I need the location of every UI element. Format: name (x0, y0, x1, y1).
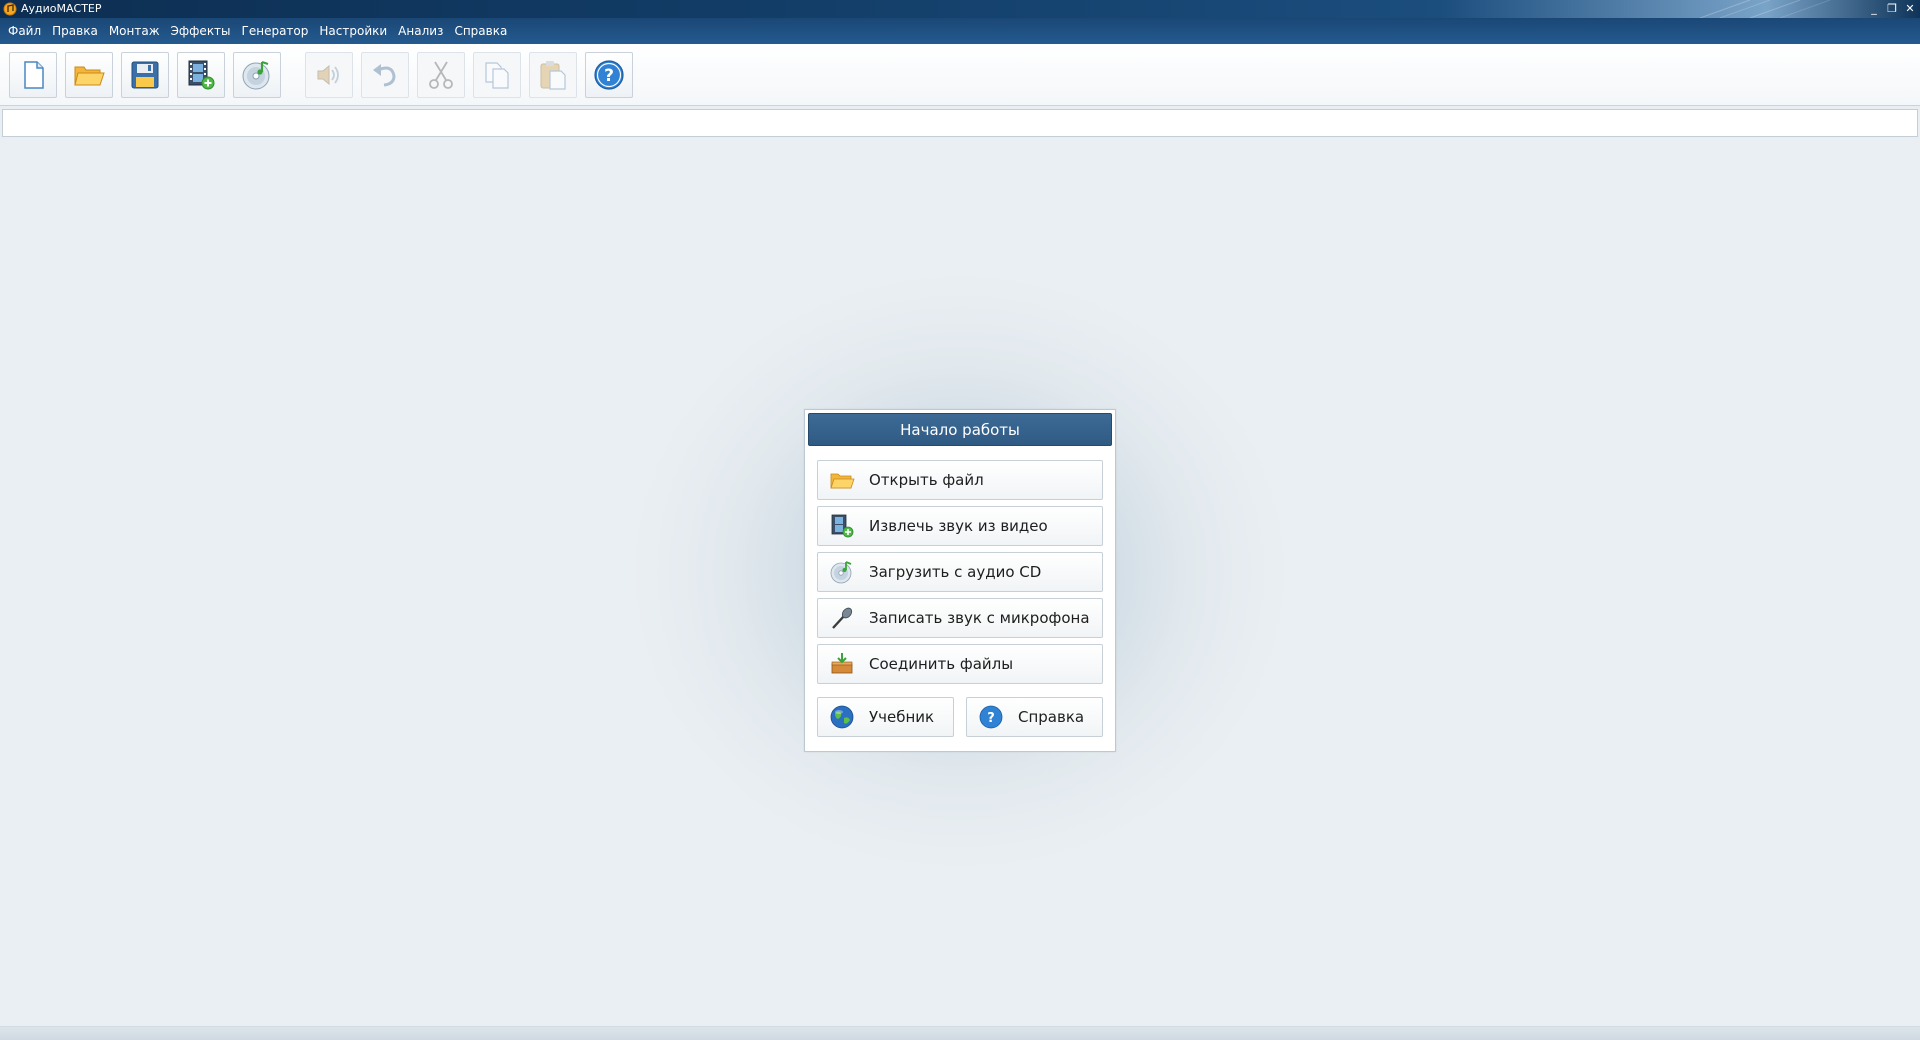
copy-button[interactable] (473, 52, 521, 98)
tutorial-button[interactable]: Учебник (817, 697, 954, 737)
help-icon: ? (978, 704, 1004, 730)
join-files-icon (829, 651, 855, 677)
extract-video-label: Извлечь звук из видео (869, 517, 1048, 535)
join-files-label: Соединить файлы (869, 655, 1014, 673)
undo-button[interactable] (361, 52, 409, 98)
paste-icon (540, 61, 566, 90)
play-sound-button[interactable] (305, 52, 353, 98)
start-dialog-title: Начало работы (808, 413, 1112, 446)
minimize-icon[interactable]: _ (1868, 3, 1880, 15)
extract-video-button[interactable]: Извлечь звук из видео (817, 506, 1103, 546)
load-cd-label: Загрузить с аудио CD (869, 563, 1042, 581)
new-file-button[interactable] (9, 52, 57, 98)
cut-button[interactable] (417, 52, 465, 98)
help-icon: ? (594, 60, 624, 90)
restore-icon[interactable]: ❐ (1886, 3, 1898, 15)
menu-help[interactable]: Справка (449, 18, 513, 44)
audio-cd-icon (829, 559, 855, 585)
cut-icon (429, 61, 453, 89)
microphone-icon (829, 605, 855, 631)
open-file-label: Открыть файл (869, 471, 984, 489)
menu-effects[interactable]: Эффекты (166, 18, 237, 44)
join-files-button[interactable]: Соединить файлы (817, 644, 1103, 684)
extract-from-video-icon (829, 513, 855, 539)
extract-from-video-icon (188, 60, 215, 90)
open-button[interactable] (65, 52, 113, 98)
audio-cd-button[interactable] (233, 52, 281, 98)
file-info-strip (2, 109, 1918, 137)
copy-icon (485, 62, 509, 89)
svg-text:?: ? (987, 711, 995, 726)
play-sound-icon (317, 64, 339, 86)
extract-from-video-button[interactable] (177, 52, 225, 98)
save-button[interactable] (121, 52, 169, 98)
title-bar: АудиоМАСТЕР _ ❐ ✕ (0, 0, 1920, 18)
open-folder-icon (829, 467, 855, 493)
menu-montage[interactable]: Монтаж (104, 18, 166, 44)
audio-cd-icon (242, 60, 270, 90)
menu-bar: Файл Правка Монтаж Эффекты Генератор Нас… (0, 18, 1920, 44)
menu-edit[interactable]: Правка (47, 18, 104, 44)
menu-generator[interactable]: Генератор (237, 18, 315, 44)
title-decoration (1690, 0, 1850, 18)
start-dialog: Начало работы Открыть файл Извлечь звук … (804, 409, 1116, 752)
open-folder-icon (74, 66, 105, 86)
dialog-help-button[interactable]: ? Справка (966, 697, 1103, 737)
menu-analysis[interactable]: Анализ (393, 18, 449, 44)
undo-icon (373, 64, 396, 87)
record-mic-button[interactable]: Записать звук с микрофона (817, 598, 1103, 638)
menu-settings[interactable]: Настройки (314, 18, 393, 44)
save-icon (131, 61, 159, 89)
help-button[interactable]: ? (585, 52, 633, 98)
globe-icon (829, 704, 855, 730)
toolbar: ? (0, 44, 1920, 106)
new-file-icon (24, 61, 44, 89)
close-icon[interactable]: ✕ (1904, 3, 1916, 15)
status-strip (0, 1026, 1920, 1040)
svg-text:?: ? (604, 66, 614, 86)
open-file-button[interactable]: Открыть файл (817, 460, 1103, 500)
menu-file[interactable]: Файл (3, 18, 47, 44)
audiomaster-logo-icon (3, 2, 17, 16)
paste-button[interactable] (529, 52, 577, 98)
record-mic-label: Записать звук с микрофона (869, 609, 1090, 627)
dialog-help-label: Справка (1018, 708, 1085, 726)
tutorial-label: Учебник (869, 708, 935, 726)
load-cd-button[interactable]: Загрузить с аудио CD (817, 552, 1103, 592)
window-title: АудиоМАСТЕР (21, 2, 102, 15)
